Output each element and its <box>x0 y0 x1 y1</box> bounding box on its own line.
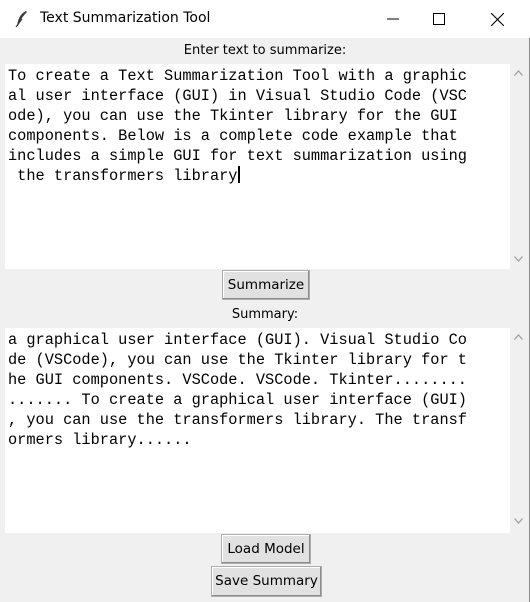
scroll-up-icon[interactable] <box>514 70 523 76</box>
summarize-button[interactable]: Summarize <box>222 270 310 300</box>
save-summary-button[interactable]: Save Summary <box>211 566 322 597</box>
summary-line: , you can use the transformers library. … <box>8 411 467 429</box>
summary-textarea[interactable]: a graphical user interface (GUI). Visual… <box>5 328 510 533</box>
input-textarea[interactable]: To create a Text Summarization Tool with… <box>5 64 510 269</box>
summary-line: de (VSCode), you can use the Tkinter lib… <box>8 351 467 369</box>
summary-line: a graphical user interface (GUI). Visual… <box>8 331 467 349</box>
scroll-down-icon[interactable] <box>514 518 523 524</box>
close-icon <box>491 13 504 26</box>
input-line: components. Below is a complete code exa… <box>8 127 458 145</box>
input-line: al user interface (GUI) in Visual Studio… <box>8 87 467 105</box>
maximize-button[interactable] <box>416 0 462 38</box>
minimize-button[interactable] <box>370 0 416 38</box>
text-cursor <box>237 166 240 183</box>
input-scrollbar[interactable] <box>510 64 527 269</box>
input-line: ode), you can use the Tkinter library fo… <box>8 107 458 125</box>
summary-line: he GUI components. VSCode. VSCode. Tkint… <box>8 371 467 389</box>
app-window: Text Summarization Tool Enter text to su… <box>0 0 530 602</box>
input-label: Enter text to summarize: <box>183 43 347 58</box>
title-bar[interactable]: Text Summarization Tool <box>0 0 530 38</box>
scroll-down-icon[interactable] <box>514 256 523 262</box>
load-model-button[interactable]: Load Model <box>221 534 311 564</box>
scroll-up-icon[interactable] <box>514 334 523 340</box>
input-line: the transformers library <box>8 167 238 185</box>
maximize-icon <box>433 13 445 25</box>
minimize-icon <box>387 18 399 20</box>
summary-scrollbar[interactable] <box>510 328 527 533</box>
summary-label: Summary: <box>231 307 299 322</box>
window-title: Text Summarization Tool <box>40 10 211 26</box>
input-line: To create a Text Summarization Tool with… <box>8 67 467 85</box>
summary-line: ....... To create a graphical user inter… <box>8 391 467 409</box>
feather-icon <box>14 10 30 28</box>
close-button[interactable] <box>474 0 520 38</box>
summary-line: ormers library...... <box>8 431 192 449</box>
input-line: includes a simple GUI for text summariza… <box>8 147 467 165</box>
